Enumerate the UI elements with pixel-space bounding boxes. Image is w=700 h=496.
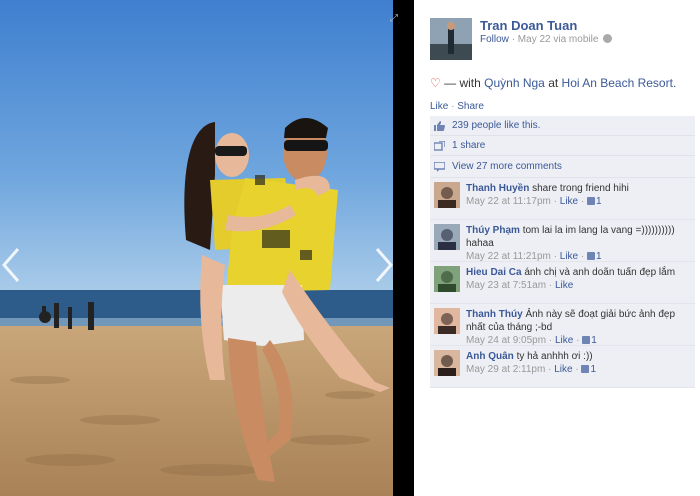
photo-stage: ⤢ <box>0 0 414 496</box>
beach-photo <box>0 0 393 496</box>
shares-count[interactable]: 1 share <box>452 140 485 151</box>
commenter-name[interactable]: Thanh Thúy <box>466 309 523 320</box>
like-button[interactable]: Like <box>430 101 448 112</box>
comment-icon <box>434 161 445 172</box>
previous-photo-button[interactable] <box>0 246 22 284</box>
post-date[interactable]: May 22 via mobile <box>518 34 599 45</box>
comment-item: Thanh Thúy Ảnh này sẽ đoạt giải bức ảnh … <box>430 304 695 346</box>
comment-like-count[interactable]: 1 <box>591 335 597 346</box>
feedback-panel: 239 people like this. 1 share View 27 mo… <box>430 116 695 388</box>
commenter-avatar[interactable] <box>434 308 460 334</box>
thumbs-up-icon <box>434 120 445 131</box>
share-button[interactable]: Share <box>457 101 484 112</box>
author-avatar[interactable] <box>430 18 472 60</box>
post-meta: Follow · May 22 via mobile <box>480 34 613 45</box>
view-more-comments-link[interactable]: View 27 more comments <box>452 161 562 172</box>
comment-time[interactable]: May 23 at 7:51am <box>466 280 546 291</box>
comment-text-block: Thúy Phạm tom lai la im lang la vang =))… <box>466 224 696 250</box>
comment-like-button[interactable]: Like <box>554 364 572 375</box>
comment-body: ánh chị và anh doãn tuấn đẹp lắm <box>524 267 676 278</box>
comment-like-count[interactable]: 1 <box>596 196 602 207</box>
thumbs-up-icon <box>587 197 596 205</box>
shares-row[interactable]: 1 share <box>430 136 695 156</box>
follow-link[interactable]: Follow <box>480 34 509 45</box>
chevron-left-icon <box>2 248 20 282</box>
comment-meta: May 22 at 11:17pm · Like · 1 <box>466 196 602 207</box>
comment-time[interactable]: May 22 at 11:21pm <box>466 251 551 262</box>
comment-item: Thúy Phạm tom lai la im lang la vang =))… <box>430 220 695 262</box>
thumbs-up-icon <box>582 336 591 344</box>
comment-like-count[interactable]: 1 <box>590 364 596 375</box>
commenter-avatar[interactable] <box>434 266 460 292</box>
thumbs-up-icon <box>587 252 596 260</box>
next-photo-button[interactable] <box>373 246 395 284</box>
comment-like-button[interactable]: Like <box>555 280 573 291</box>
comment-like-count[interactable]: 1 <box>596 251 602 262</box>
thumbs-up-icon <box>581 365 590 373</box>
likes-row[interactable]: 239 people like this. <box>430 116 695 136</box>
heart-icon: ♡ <box>430 76 441 90</box>
comment-time[interactable]: May 22 at 11:17pm <box>466 196 551 207</box>
fullscreen-icon[interactable]: ⤢ <box>390 14 400 24</box>
commenter-avatar[interactable] <box>434 182 460 208</box>
comment-body: share trong friend hihi <box>532 183 629 194</box>
more-comments-row[interactable]: View 27 more comments <box>430 156 695 178</box>
comment-item: Anh Quân ty hả anhhh ơi :)) May 29 at 2:1… <box>430 346 695 388</box>
chevron-right-icon <box>375 248 393 282</box>
commenter-name[interactable]: Anh Quân <box>466 351 514 362</box>
comment-like-button[interactable]: Like <box>560 196 578 207</box>
comment-item: Thanh Huyền share trong friend hihi May 2… <box>430 178 695 220</box>
commenter-avatar[interactable] <box>434 350 460 376</box>
status-line: ♡ — with Quỳnh Nga at Hoi An Beach Resor… <box>430 76 676 90</box>
status-dash: — with <box>444 76 481 90</box>
status-at: at <box>548 76 559 90</box>
comment-text-block: Hieu Dai Ca ánh chị và anh doãn tuấn đẹp… <box>466 266 696 279</box>
tagged-friend-link[interactable]: Quỳnh Nga <box>484 76 545 90</box>
comment-like-button[interactable]: Like <box>560 251 578 262</box>
comment-time[interactable]: May 24 at 9:05pm <box>466 335 546 346</box>
comment-meta: May 23 at 7:51am · Like <box>466 280 574 291</box>
post-actions: Like · Share <box>430 101 484 112</box>
comment-like-button[interactable]: Like <box>555 335 573 346</box>
comment-item: Hieu Dai Ca ánh chị và anh doãn tuấn đẹp… <box>430 262 695 304</box>
comment-text-block: Anh Quân ty hả anhhh ơi :)) <box>466 350 696 363</box>
author-name[interactable]: Tran Doan Tuan <box>480 18 577 33</box>
globe-icon <box>603 34 613 43</box>
share-icon <box>434 140 445 151</box>
place-link[interactable]: Hoi An Beach Resort. <box>562 76 677 90</box>
comment-meta: May 29 at 2:11pm · Like · 1 <box>466 364 597 375</box>
comment-text-block: Thanh Thúy Ảnh này sẽ đoạt giải bức ảnh … <box>466 308 696 334</box>
commenter-name[interactable]: Hieu Dai Ca <box>466 267 522 278</box>
photo-sidebar: Tran Doan Tuan Follow · May 22 via mobil… <box>414 0 700 496</box>
commenter-avatar[interactable] <box>434 224 460 250</box>
likes-count[interactable]: 239 people like this. <box>452 120 540 131</box>
comment-time[interactable]: May 29 at 2:11pm <box>466 364 545 375</box>
comment-body: ty hả anhhh ơi :)) <box>516 351 593 362</box>
comment-text-block: Thanh Huyền share trong friend hihi <box>466 182 696 195</box>
commenter-name[interactable]: Thanh Huyền <box>466 183 529 194</box>
commenter-name[interactable]: Thúy Phạm <box>466 225 520 236</box>
